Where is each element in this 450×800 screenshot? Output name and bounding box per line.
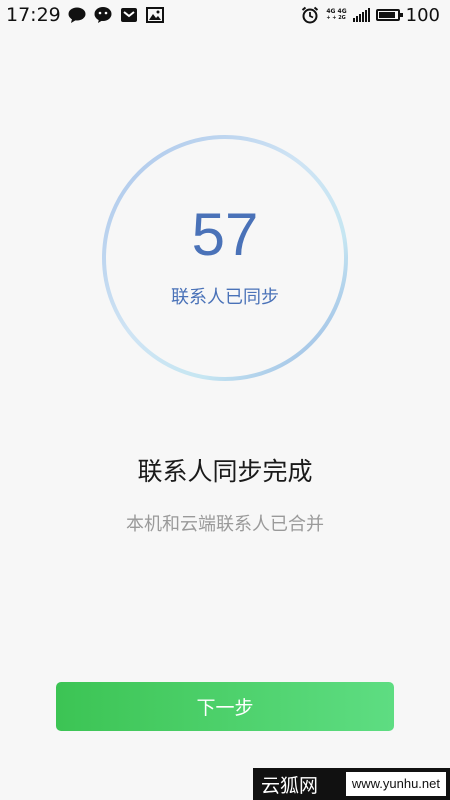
next-step-button[interactable]: 下一步 xyxy=(56,682,394,731)
watermark-logo: 云狐网 xyxy=(261,774,319,797)
network-type: 4G 4G + + 2G xyxy=(326,8,346,22)
result-title: 联系人同步完成 xyxy=(137,457,313,486)
signal-strength-icon xyxy=(352,8,370,22)
watermark-url: www.yunhu.net xyxy=(345,772,446,796)
status-time: 17:29 xyxy=(6,4,61,26)
battery-percentage: 100 xyxy=(405,4,440,26)
wechat-icon xyxy=(93,5,113,25)
status-right: 4G 4G + + 2G 100 xyxy=(300,5,440,26)
chat-bubble-icon xyxy=(67,5,87,25)
mail-icon xyxy=(119,5,139,25)
synced-count-label: 联系人已同步 xyxy=(171,287,279,308)
result-subtitle: 本机和云端联系人已合并 xyxy=(126,514,324,535)
network-bottom-label: + + 2G xyxy=(326,15,346,21)
watermark: 云狐网 www.yunhu.net xyxy=(253,768,450,800)
battery-icon xyxy=(375,9,403,21)
network-top-label: 4G 4G xyxy=(326,8,347,15)
alarm-clock-icon xyxy=(300,5,320,25)
status-left: 17:29 xyxy=(6,4,165,26)
sync-progress-ring: 57 联系人已同步 xyxy=(100,133,350,383)
synced-count: 57 xyxy=(191,201,259,268)
status-bar: 17:29 4G 4G + + 2G 100 xyxy=(0,0,450,30)
gallery-icon xyxy=(145,5,165,25)
battery-level-fill xyxy=(378,12,395,18)
